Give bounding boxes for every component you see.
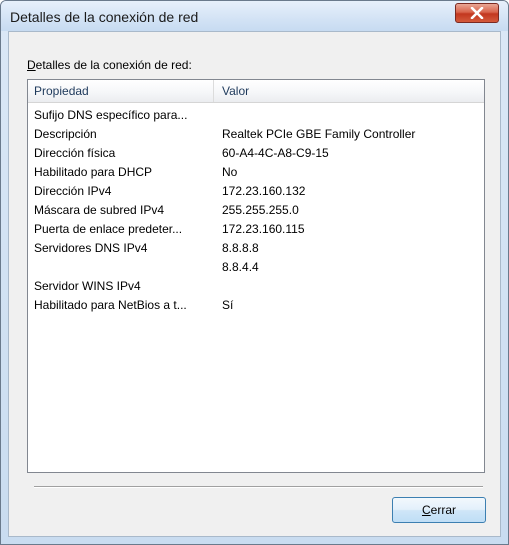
column-header-property[interactable]: Propiedad — [28, 80, 214, 102]
row-value: 8.8.8.8 — [222, 241, 259, 255]
row-value: 172.23.160.115 — [222, 222, 305, 236]
table-row[interactable]: Puerta de enlace predeter... 172.23.160.1… — [28, 220, 484, 239]
close-icon — [470, 7, 484, 19]
title-bar[interactable]: Detalles de la conexión de red — [1, 1, 508, 31]
details-label-mnemonic: D — [27, 58, 36, 72]
row-property: Sufijo DNS específico para... — [34, 108, 188, 122]
column-header-value[interactable]: Valor — [215, 80, 484, 102]
window-close-button[interactable] — [455, 3, 499, 23]
table-row[interactable]: Descripción Realtek PCIe GBE Family Contr… — [28, 125, 484, 144]
table-row[interactable]: Máscara de subred IPv4 255.255.255.0 — [28, 201, 484, 220]
list-rows: Sufijo DNS específico para... Descripció… — [28, 106, 484, 315]
row-property: Habilitado para DHCP — [34, 165, 153, 179]
table-row[interactable]: Sufijo DNS específico para... — [28, 106, 484, 125]
row-property: Habilitado para NetBios a t... — [34, 298, 187, 312]
row-value: 255.255.255.0 — [222, 203, 299, 217]
list-header: Propiedad Valor — [28, 80, 484, 103]
row-property: Dirección IPv4 — [34, 184, 112, 198]
row-value: 8.8.4.4 — [222, 260, 259, 274]
row-property: Puerta de enlace predeter... — [34, 222, 183, 236]
row-property: Servidor WINS IPv4 — [34, 279, 141, 293]
row-property: Descripción — [34, 127, 97, 141]
table-row[interactable]: Servidores DNS IPv4 8.8.8.8 — [28, 239, 484, 258]
row-value: Sí — [222, 298, 234, 312]
close-button-mnemonic: C — [421, 503, 431, 517]
row-value: No — [222, 165, 238, 179]
window-title: Detalles de la conexión de red — [10, 9, 199, 25]
table-row[interactable]: 8.8.4.4 — [28, 258, 484, 277]
table-row[interactable]: Habilitado para DHCP No — [28, 163, 484, 182]
details-label-text: etalles de la conexión de red: — [35, 58, 192, 72]
row-value: 60-A4-4C-A8-C9-15 — [222, 146, 329, 160]
table-row[interactable]: Dirección física 60-A4-4C-A8-C9-15 — [28, 144, 484, 163]
row-value: Realtek PCIe GBE Family Controller — [222, 127, 416, 141]
row-property: Máscara de subred IPv4 — [34, 203, 165, 217]
table-row[interactable]: Habilitado para NetBios a t... Sí — [28, 296, 484, 315]
row-property: Dirección física — [34, 146, 116, 160]
row-value: 172.23.160.132 — [222, 184, 306, 198]
close-button[interactable]: Cerrar — [392, 497, 486, 523]
close-button-label: errar — [430, 503, 456, 517]
table-row[interactable]: Dirección IPv4 172.23.160.132 — [28, 182, 484, 201]
details-list[interactable]: Propiedad Valor Sufijo DNS específico pa… — [27, 79, 485, 473]
button-separator — [34, 486, 483, 488]
row-property: Servidores DNS IPv4 — [34, 241, 148, 255]
table-row[interactable]: Servidor WINS IPv4 — [28, 277, 484, 296]
details-label: Detalles de la conexión de red: — [27, 58, 192, 72]
